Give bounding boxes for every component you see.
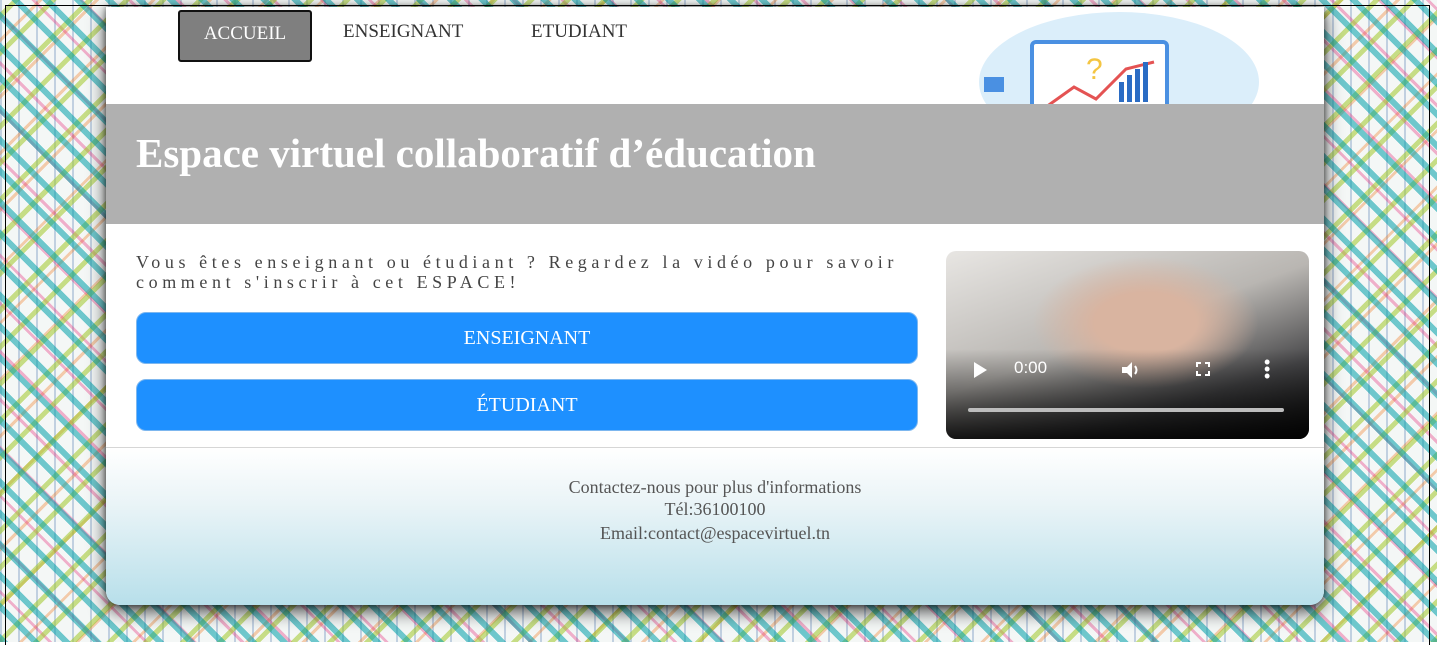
- contact-heading: Contactez-nous pour plus d'informations: [568, 477, 862, 497]
- more-options-icon[interactable]: • • •: [1264, 353, 1270, 385]
- contact-phone: Tél:36100100: [664, 499, 766, 519]
- nav-item-enseignant[interactable]: ENSEIGNANT: [343, 10, 463, 62]
- video-player[interactable]: 0:00 • • •: [946, 251, 1309, 439]
- play-icon[interactable]: [974, 362, 987, 378]
- video-time: 0:00: [1014, 358, 1048, 377]
- title-banner: Espace virtuel collaboratif d’éducation: [106, 104, 1324, 224]
- student-signup-button[interactable]: ÉTUDIANT: [136, 379, 918, 431]
- footer: Contactez-nous pour plus d'informations …: [106, 447, 1324, 605]
- intro-text: Vous êtes enseignant ou étudiant ? Regar…: [136, 252, 898, 292]
- svg-text:?: ?: [1086, 53, 1103, 86]
- nav-item-etudiant[interactable]: ETUDIANT: [531, 10, 627, 62]
- video-progress-bar[interactable]: [968, 408, 1284, 412]
- teacher-signup-button[interactable]: ENSEIGNANT: [136, 312, 918, 364]
- page-title: Espace virtuel collaboratif d’éducation: [136, 130, 816, 176]
- contact-email: Email:contact@espacevirtuel.tn: [600, 523, 830, 543]
- fullscreen-icon[interactable]: [1196, 362, 1210, 376]
- page-container: ACCUEIL ENSEIGNANT ETUDIANT ? Espace vir…: [106, 7, 1324, 605]
- volume-icon[interactable]: [1121, 361, 1141, 379]
- nav-item-accueil[interactable]: ACCUEIL: [178, 10, 312, 62]
